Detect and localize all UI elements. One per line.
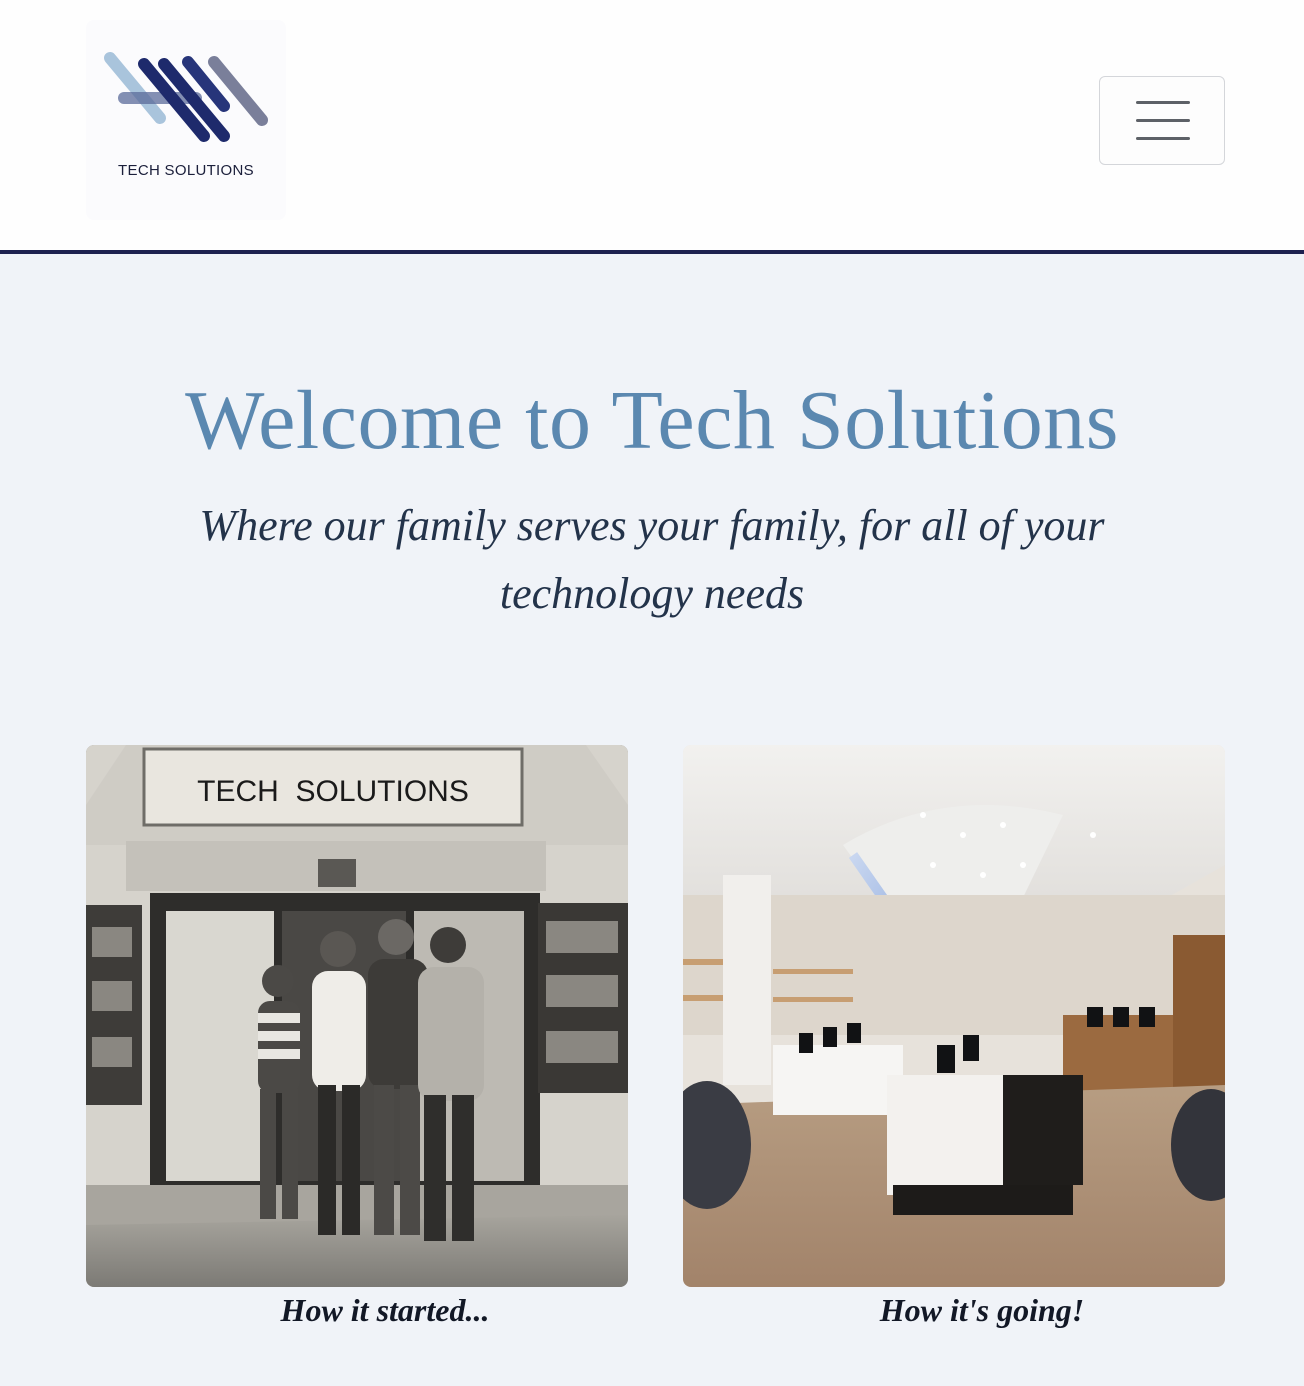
hamburger-menu-icon-bar (1136, 119, 1190, 122)
hamburger-menu-icon (1136, 101, 1190, 104)
storefront-sign-text: TECH SOLUTIONS (197, 775, 469, 808)
how-it-started-photo: TECH SOLUTIONS (86, 745, 628, 1287)
page-subtitle: Where our family serves your family, for… (199, 501, 1105, 618)
menu-toggle-button[interactable] (1099, 76, 1225, 165)
how-it-started-caption: How it started... (280, 1292, 490, 1328)
how-its-going-photo (683, 745, 1225, 1287)
navbar: TECH SOLUTIONS (0, 0, 1304, 254)
page-title: Welcome to Tech Solutions (185, 374, 1119, 467)
logo-mark-icon (104, 52, 268, 142)
how-its-going-caption: How it's going! (879, 1292, 1085, 1328)
brand-logo[interactable]: TECH SOLUTIONS (86, 20, 286, 220)
hamburger-menu-icon-bar (1136, 137, 1190, 140)
logo-text: TECH SOLUTIONS (118, 162, 254, 179)
